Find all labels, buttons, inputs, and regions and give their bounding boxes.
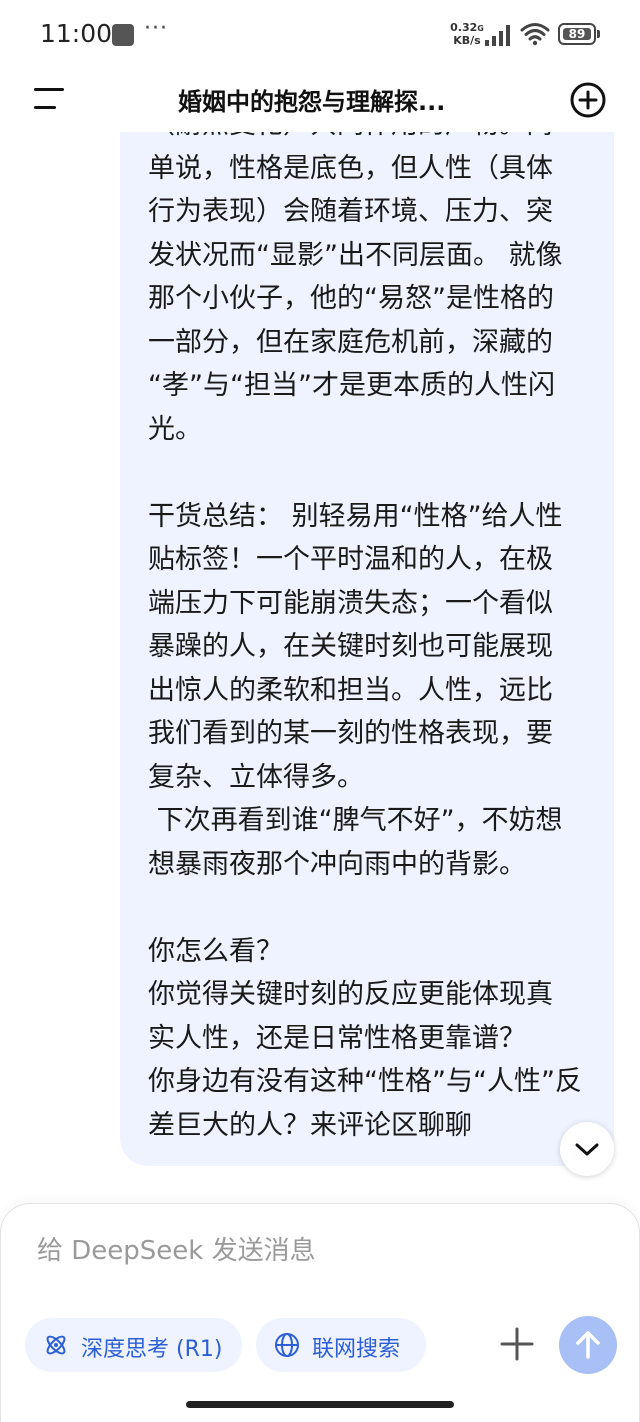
- add-attachment-button[interactable]: [497, 1324, 537, 1364]
- network-speed-value: 0.32: [450, 21, 478, 34]
- network-speed-unit: KB/s: [453, 34, 481, 47]
- network-speed: 0.32G KB/s: [447, 22, 487, 47]
- menu-button[interactable]: [28, 82, 68, 116]
- arrow-up-icon: [576, 1331, 600, 1359]
- send-button[interactable]: [559, 1316, 617, 1374]
- deep-think-label: 深度思考 (R1): [81, 1337, 223, 1362]
- battery-icon: 89: [558, 23, 600, 45]
- new-chat-button[interactable]: [568, 80, 608, 120]
- message-line: 端压力下可能崩溃失态；一个看似: [148, 587, 553, 619]
- status-bar: 11:00 ··· 0.32G KB/s 89: [0, 0, 640, 70]
- message-line: 差巨大的人？来评论区聊聊: [148, 1109, 472, 1141]
- status-time: 11:00: [40, 19, 113, 48]
- status-more-indicator: ···: [144, 16, 168, 41]
- menu-icon: [34, 88, 64, 109]
- wifi-icon: [520, 23, 550, 46]
- message-line: 想暴雨夜那个冲向雨中的背影。: [148, 848, 526, 880]
- globe-icon: [275, 1333, 299, 1357]
- atom-icon: [46, 1335, 66, 1355]
- message-line: 干货总结： 别轻易用“性格”给人性: [148, 500, 563, 532]
- notification-app-icon: [112, 24, 134, 46]
- message-line: 暴躁的人，在关键时刻也可能展现: [148, 631, 553, 662]
- chevron-down-icon: [575, 1143, 599, 1156]
- plus-icon: [500, 1327, 534, 1361]
- user-message-text: （耐点变化）共同作用的产物。简单说，性格是底色，但人性（具体行为表现）会随着环境…: [148, 132, 588, 1147]
- plus-circle-icon: [570, 82, 606, 118]
- message-composer: 深度思考 (R1) 联网搜索: [0, 1203, 640, 1422]
- message-line: 一部分，但在家庭危机前，深藏的: [148, 326, 553, 358]
- network-speed-unit-g: G: [477, 24, 484, 33]
- message-line: （耐点变化）共同作用的产物。简: [148, 132, 588, 147]
- web-search-label: 联网搜索: [312, 1337, 401, 1362]
- message-line: 我们看到的某一刻的性格表现，要: [148, 718, 553, 749]
- message-line: 下次再看到谁“脾气不好”，不妨想: [148, 805, 563, 836]
- message-line: [148, 451, 588, 495]
- message-line: 发状况而“显影”出不同层面。 就像: [148, 239, 563, 271]
- message-line: [148, 886, 588, 930]
- battery-tip: [597, 30, 600, 38]
- web-search-toggle[interactable]: 联网搜索: [256, 1318, 426, 1372]
- message-line: 单说，性格是底色，但人性（具体: [148, 152, 553, 184]
- home-indicator: [186, 1401, 454, 1408]
- deep-think-toggle[interactable]: 深度思考 (R1): [25, 1318, 242, 1372]
- message-line: 贴标签！一个平时温和的人，在极: [148, 544, 553, 575]
- message-line: 行为表现）会随着环境、压力、突: [148, 196, 553, 227]
- message-line: 你身边有没有这种“性格”与“人性”反: [148, 1066, 582, 1097]
- signal-icon: [485, 25, 510, 46]
- message-line: 那个小伙子，他的“易怒”是性格的: [148, 283, 554, 314]
- message-line: 你怎么看？: [148, 935, 283, 967]
- message-line: 出惊人的柔软和担当。人性，远比: [148, 674, 553, 706]
- message-line: 实人性，还是日常性格更靠谱？: [148, 1022, 526, 1054]
- chat-header: 婚姻中的抱怨与理解探...: [0, 70, 640, 132]
- message-line: 你觉得关键时刻的反应更能体现真: [148, 979, 553, 1010]
- message-line: “孝”与“担当”才是更本质的人性闪: [148, 370, 555, 401]
- scroll-to-bottom-button[interactable]: [560, 1122, 614, 1176]
- message-line: 复杂、立体得多。: [148, 761, 364, 793]
- message-input[interactable]: [37, 1236, 597, 1266]
- chat-scroll-area[interactable]: （耐点变化）共同作用的产物。简单说，性格是底色，但人性（具体行为表现）会随着环境…: [0, 132, 640, 1200]
- conversation-title[interactable]: 婚姻中的抱怨与理解探...: [178, 82, 468, 117]
- message-line: 光。: [148, 413, 202, 445]
- battery-level: 89: [568, 27, 586, 41]
